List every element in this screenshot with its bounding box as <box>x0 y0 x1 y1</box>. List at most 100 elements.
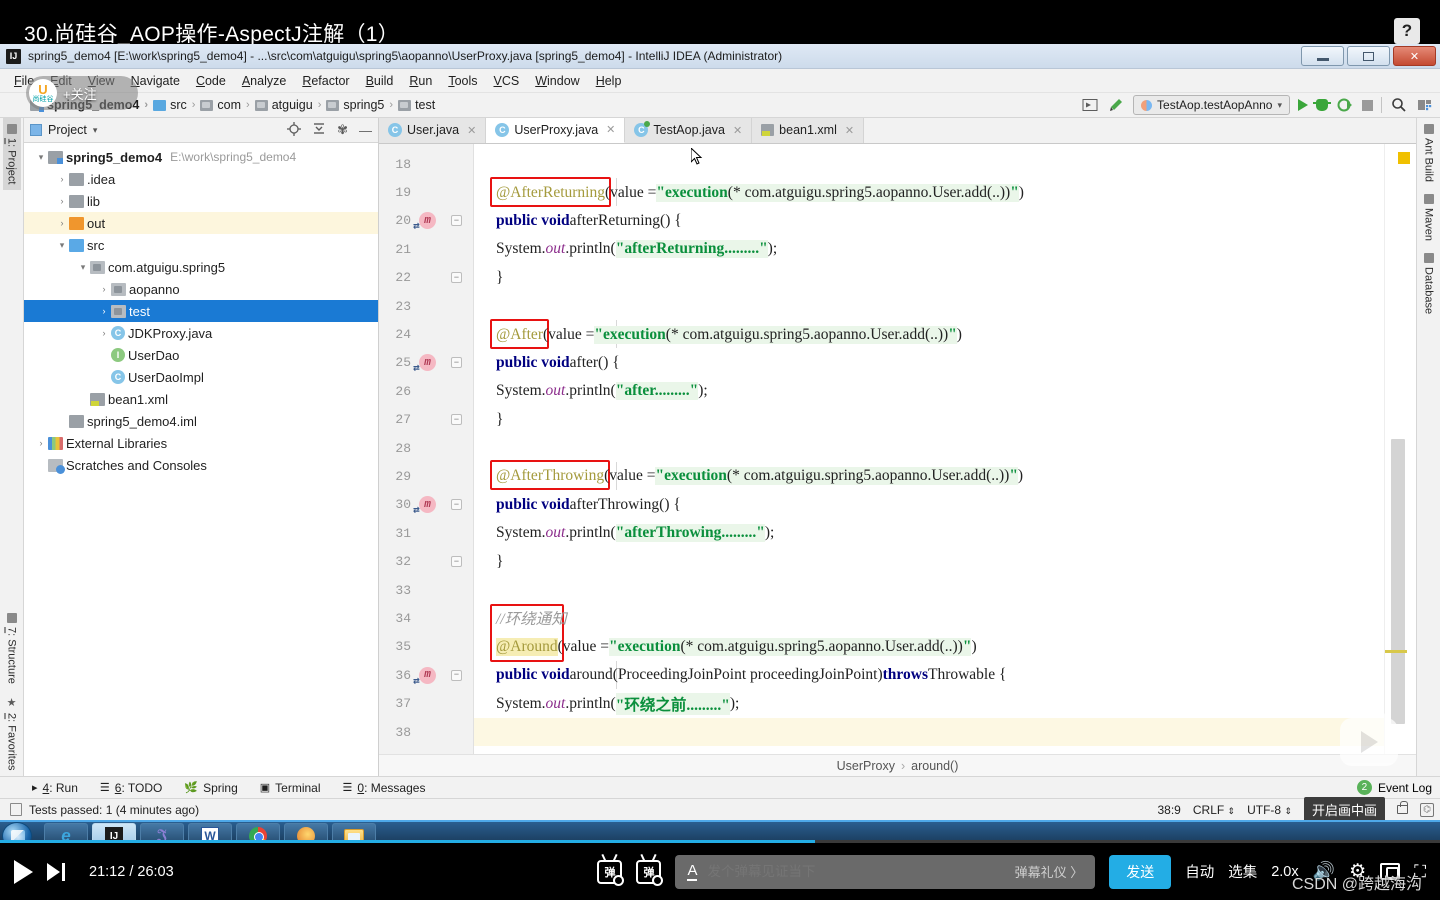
menu-item-help[interactable]: Help <box>588 72 630 90</box>
tree-node-bean1-xml[interactable]: bean1.xml <box>24 388 378 410</box>
danmaku-etiquette-link[interactable]: 弹幕礼仪 〉 <box>1015 862 1084 881</box>
code-line[interactable] <box>474 150 1384 178</box>
code-fold-icon[interactable]: − <box>451 499 462 511</box>
menu-item-build[interactable]: Build <box>358 72 402 90</box>
aspect-marker-icon[interactable]: m <box>413 212 436 233</box>
editor-gutter[interactable]: 181920m−2122−232425m−2627−282930m−3132−3… <box>379 144 474 754</box>
chevron-right-icon[interactable]: › <box>97 328 111 338</box>
editor-tab-user-java[interactable]: C User.java ✕ <box>379 117 487 143</box>
run-coverage-icon[interactable] <box>1336 96 1354 114</box>
next-episode-icon[interactable] <box>47 862 65 881</box>
run-icon[interactable] <box>1298 99 1308 111</box>
breadcrumb-atguigu[interactable]: atguigu › <box>254 98 327 112</box>
line-separator[interactable]: CRLF ⇕ <box>1193 803 1235 817</box>
breadcrumb-spring5[interactable]: spring5 › <box>326 98 398 112</box>
scrollbar-thumb[interactable] <box>1391 439 1405 724</box>
tree-node-external-libraries[interactable]: › External Libraries <box>24 432 378 454</box>
gutter-line[interactable]: 21 <box>379 235 473 263</box>
code-line[interactable]: System. out .println("afterReturning......… <box>474 235 1384 263</box>
code-fold-icon[interactable]: − <box>451 215 462 227</box>
send-danmaku-button[interactable]: 发送 <box>1109 854 1172 889</box>
gutter-line[interactable]: 23 <box>379 292 473 320</box>
chevron-right-icon[interactable]: › <box>34 438 48 448</box>
gutter-line[interactable]: 30m − <box>379 491 473 519</box>
bottom-tool-messages[interactable]: ☰ 0: Messages <box>343 781 426 795</box>
episodes-button[interactable]: 选集 <box>1228 861 1257 882</box>
menu-item-run[interactable]: Run <box>401 72 440 90</box>
danmaku-style-icon[interactable]: A <box>687 863 698 881</box>
debug-icon[interactable] <box>1313 99 1331 111</box>
gutter-line[interactable]: 28 <box>379 434 473 462</box>
danmaku-input[interactable] <box>707 864 1005 879</box>
tree-node-spring5-demo4[interactable]: ▾ spring5_demo4 E:\work\spring5_demo4 <box>24 146 378 168</box>
chevron-right-icon[interactable]: › <box>55 196 69 206</box>
danmaku-settings-icon[interactable]: 弹 <box>636 859 664 886</box>
gutter-line[interactable]: 25m − <box>379 349 473 377</box>
breadcrumb-method[interactable]: around() <box>911 759 958 773</box>
chevron-down-icon[interactable]: ▾ <box>34 152 48 163</box>
gutter-line[interactable]: 37 <box>379 689 473 717</box>
menu-item-vcs[interactable]: VCS <box>486 72 528 90</box>
breadcrumb-com[interactable]: com › <box>200 98 254 112</box>
editor-scrollbar[interactable] <box>1384 144 1416 754</box>
gutter-line[interactable]: 26 <box>379 377 473 405</box>
code-line[interactable]: @Around (value = " execution (* com.atguigu… <box>474 633 1384 661</box>
code-line[interactable]: public void around(ProceedingJoinPoint p… <box>474 661 1384 689</box>
code-line[interactable]: public void after() { <box>474 349 1384 377</box>
gutter-line[interactable]: 38 <box>379 718 473 746</box>
tree-node-scratches-and-consoles[interactable]: Scratches and Consoles <box>24 454 378 476</box>
follow-button-label[interactable]: +关注 <box>63 84 97 103</box>
menu-item-tools[interactable]: Tools <box>440 72 485 90</box>
gutter-line[interactable]: 27 − <box>379 406 473 434</box>
tool-window-button-favorites[interactable]: ★ 2: Favorites <box>2 690 21 776</box>
breadcrumb-class[interactable]: UserProxy <box>837 759 895 773</box>
breadcrumb-src[interactable]: src › <box>153 98 200 112</box>
aspect-marker-icon[interactable]: m <box>413 496 436 517</box>
code-line[interactable]: //环绕通知 <box>474 604 1384 632</box>
danmaku-off-icon[interactable]: 弹 <box>597 859 625 886</box>
code-line[interactable] <box>474 292 1384 320</box>
aspect-marker-icon[interactable]: m <box>413 354 436 375</box>
bottom-tool-run[interactable]: ▸ 4: Run <box>32 781 78 795</box>
tree-node-spring5-demo4-iml[interactable]: spring5_demo4.iml <box>24 410 378 432</box>
close-button[interactable]: ✕ <box>1393 46 1436 66</box>
follow-badge[interactable]: U 尚硅谷 +关注 <box>26 76 138 110</box>
code-fold-icon[interactable]: − <box>451 669 462 681</box>
tool-window-button-database[interactable]: Database <box>1420 247 1438 320</box>
menu-item-window[interactable]: Window <box>527 72 587 90</box>
danmaku-input-area[interactable]: A 弹幕礼仪 〉 <box>675 854 1096 889</box>
chevron-down-icon[interactable]: ▾ <box>76 262 90 273</box>
code-fold-icon[interactable]: − <box>451 357 462 369</box>
bottom-tool-spring[interactable]: 🌿 Spring <box>184 781 237 795</box>
code-text[interactable]: @AfterReturning (value = " execution (* com… <box>474 144 1384 754</box>
event-log-area[interactable]: 2 Event Log <box>1356 780 1432 795</box>
file-encoding[interactable]: UTF-8 ⇕ <box>1247 803 1292 817</box>
code-fold-icon[interactable]: − <box>451 556 462 568</box>
bottom-tool-todo[interactable]: ☰ 6: TODO <box>100 781 162 795</box>
gutter-line[interactable]: 18 <box>379 150 473 178</box>
code-line[interactable]: System. out .println("环绕之前........."); <box>474 689 1384 717</box>
gutter-line[interactable]: 19 <box>379 178 473 206</box>
chevron-right-icon[interactable]: › <box>55 218 69 228</box>
collapse-all-icon[interactable] <box>312 122 326 139</box>
aspect-marker-icon[interactable]: m <box>413 666 436 688</box>
close-icon[interactable]: ✕ <box>845 124 854 137</box>
gutter-line[interactable]: 24 <box>379 320 473 348</box>
project-structure-icon[interactable] <box>1416 96 1434 114</box>
lock-icon[interactable] <box>1397 801 1408 814</box>
code-line[interactable] <box>474 434 1384 462</box>
code-line[interactable] <box>474 717 1384 747</box>
stop-icon[interactable] <box>1362 99 1373 111</box>
code-line[interactable]: @AfterReturning (value = " execution (* com… <box>474 178 1384 206</box>
code-line[interactable]: public void afterThrowing() { <box>474 491 1384 519</box>
tool-window-button-maven[interactable]: Maven <box>1420 188 1438 247</box>
tree-node-aopanno[interactable]: › aopanno <box>24 278 378 300</box>
settings-gear-icon[interactable]: ✾ <box>337 122 348 138</box>
gutter-line[interactable]: 32 − <box>379 547 473 575</box>
chevron-right-icon[interactable]: › <box>97 306 111 316</box>
code-line[interactable]: } <box>474 547 1384 575</box>
locate-icon[interactable] <box>287 121 302 139</box>
editor-tab-bean1-xml[interactable]: bean1.xml ✕ <box>752 117 865 143</box>
gutter-line[interactable]: 29 <box>379 462 473 490</box>
gutter-line[interactable]: 22 − <box>379 264 473 292</box>
